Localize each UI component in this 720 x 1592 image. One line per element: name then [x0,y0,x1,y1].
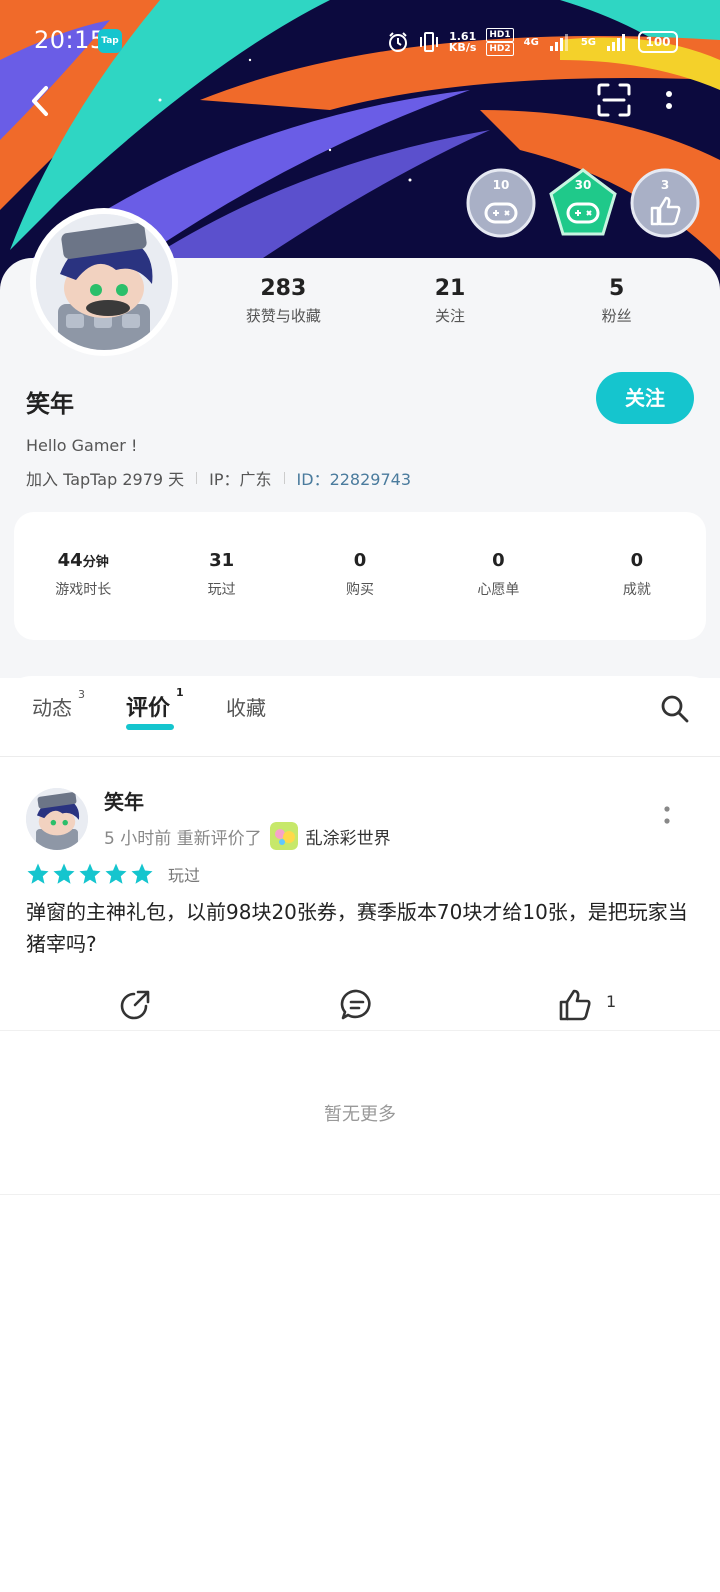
hd-indicator: HD1 HD2 [486,28,514,56]
user-id[interactable]: ID：22829743 [297,466,411,490]
star-icon [105,863,127,884]
bought-stat[interactable]: 0 购买 [291,512,429,640]
played-tag: 玩过 [168,866,201,885]
play-time-stat[interactable]: 44分钟 游戏时长 [14,512,152,640]
game-icon[interactable] [269,822,298,850]
signal-4g-label: 4G [523,36,539,48]
following-stat[interactable]: 21 关注 [367,276,534,326]
comment-icon[interactable] [340,988,374,1022]
share-icon[interactable] [118,988,152,1022]
tab-feed[interactable]: 动态3 [32,688,85,721]
badge-number: 10 [492,178,510,192]
scan-icon[interactable] [596,82,632,118]
no-more-text: 暂无更多 [324,1104,396,1125]
bio: Hello Gamer ! [26,436,138,455]
more-options-icon[interactable] [662,88,676,114]
username: 笑年 [26,390,74,418]
taptap-notification-icon: Tap [98,29,122,53]
badge-item[interactable]: 3 [630,168,700,238]
status-time: 20:15 [34,26,106,54]
star-icon [27,863,49,884]
like-count: 1 [606,992,617,1011]
divider [283,472,285,484]
search-icon[interactable] [660,694,690,724]
more-options-icon[interactable] [662,804,672,828]
avatar-illustration [36,214,172,350]
thumbs-up-icon[interactable] [558,988,592,1022]
signal-strength-icon [607,34,625,51]
star-icon [53,863,75,884]
review-text[interactable]: 弹窗的主神礼包，以前98块20张券，赛季版本70块才给10张，是把玩家当猪宰吗? [26,896,694,960]
badge-number: 3 [660,178,670,192]
avatar[interactable] [26,788,88,850]
post-author[interactable]: 笑年 [104,786,144,815]
signal-5g-label: 5G [580,36,596,48]
network-speed: 1.61 KB/s [448,30,477,54]
social-stats: 283 获赞与收藏 21 关注 5 粉丝 [200,276,700,326]
likes-favorites-stat[interactable]: 283 获赞与收藏 [200,276,367,326]
achievements-stat[interactable]: 0 成就 [568,512,706,640]
achievement-badges: 10 30 3 [466,168,700,238]
profile-meta: 加入 TapTap 2979 天 IP：广东 ID：22829743 [26,466,411,490]
content-panel: 动态3 评价1 收藏 笑年 5 小时前 重新评价了 乱涂彩世界 玩过 弹窗的主神… [0,676,720,1592]
divider [196,472,198,484]
post-subtitle: 5 小时前 重新评价了 乱涂彩世界 [104,822,391,850]
signal-strength-icon [549,34,568,51]
follow-button[interactable]: 关注 [596,372,694,424]
join-days: 加入 TapTap 2979 天 [26,470,185,489]
profile-tabs: 动态3 评价1 收藏 [0,676,720,756]
alarm-icon [388,32,407,52]
profile-avatar[interactable] [30,208,178,356]
post-actions: 1 [0,978,720,1038]
wishlist-stat[interactable]: 0 心愿单 [429,512,567,640]
tab-favorites[interactable]: 收藏 [226,692,266,721]
vibrate-icon [419,32,438,52]
back-arrow-icon[interactable] [26,84,56,118]
star-icon [79,863,101,884]
status-bar: 20:15 Tap 1.61 KB/s HD1 HD2 4G 5G 100 [0,0,720,80]
status-indicators: 1.61 KB/s HD1 HD2 4G 5G 100 [387,28,678,56]
tab-count: 1 [176,686,184,699]
avatar-illustration [26,788,88,850]
post-time-action: 5 小时前 重新评价了 [104,828,262,849]
divider [0,1194,720,1195]
tab-count: 3 [78,688,85,701]
played-stat[interactable]: 31 玩过 [152,512,290,640]
followers-stat[interactable]: 5 粉丝 [533,276,700,326]
divider [0,756,720,757]
battery-indicator: 100 [638,31,678,53]
star-icon [131,863,153,884]
badge-number: 30 [574,178,592,192]
divider [0,1030,720,1031]
rating-stars: 玩过 [26,862,200,886]
active-tab-indicator [126,724,174,730]
ip-location: IP：广东 [209,470,272,489]
game-name[interactable]: 乱涂彩世界 [306,824,391,849]
tab-reviews[interactable]: 评价1 [126,686,184,722]
game-stats-card: 44分钟 游戏时长 31 玩过 0 购买 0 心愿单 0 成就 [14,512,706,640]
badge-item[interactable]: 30 [548,168,618,238]
avatar [36,214,172,350]
badge-item[interactable]: 10 [466,168,536,238]
